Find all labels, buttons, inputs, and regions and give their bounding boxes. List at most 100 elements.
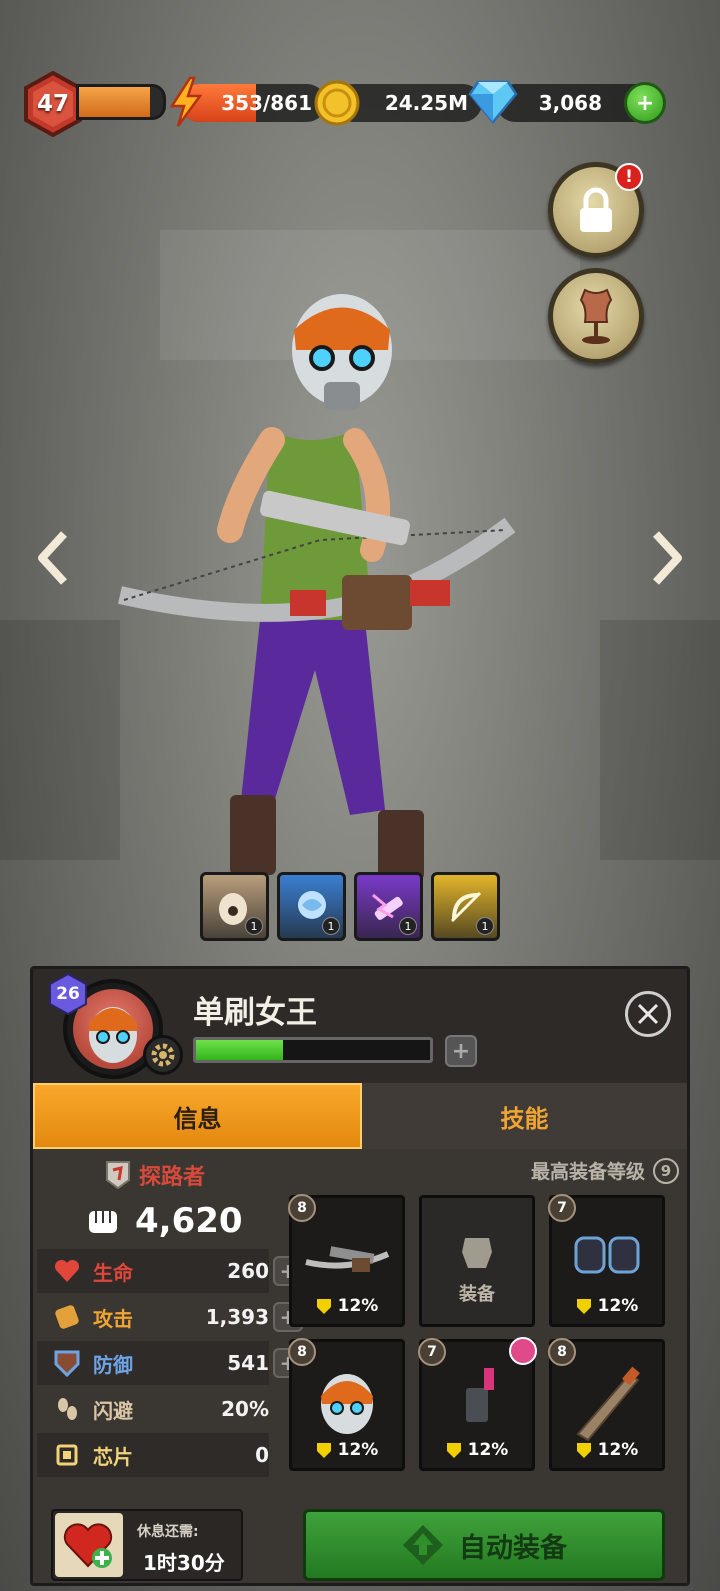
heal-button[interactable] bbox=[55, 1513, 123, 1577]
hero-info-panel: 26 单刷女王 + 信息 技能 探路者 4,620 生命 260 攻击 1,39… bbox=[30, 966, 690, 1586]
equipment-level-badge: 8 bbox=[288, 1194, 316, 1222]
equipment-bonus: 12% bbox=[552, 1440, 662, 1460]
skill-slot-1[interactable]: 1 bbox=[200, 872, 269, 941]
previous-hero-arrow-icon[interactable] bbox=[34, 528, 74, 588]
xp-bar bbox=[76, 84, 166, 120]
fist-icon bbox=[89, 1211, 117, 1233]
hero-class: 探路者 bbox=[105, 1159, 205, 1191]
rest-time: 1时30分 bbox=[143, 1551, 225, 1575]
panel-tabs: 信息 技能 bbox=[33, 1083, 687, 1149]
equipment-slot-gadget[interactable]: 7 12% bbox=[418, 1337, 537, 1471]
equipment-slot-gloves[interactable]: 7 12% bbox=[548, 1194, 665, 1327]
equipment-empty-label: 装备 bbox=[459, 1284, 495, 1305]
xp-bar-fill bbox=[79, 87, 151, 117]
stat-label: 生命 bbox=[93, 1260, 133, 1285]
equipment-bonus: 12% bbox=[552, 1296, 662, 1316]
skill-level-badge: 1 bbox=[322, 917, 340, 935]
skill-slot-4[interactable]: 1 bbox=[431, 872, 500, 941]
hero-upgrade-button[interactable]: + bbox=[445, 1035, 477, 1067]
serrated-blade-icon bbox=[576, 1366, 640, 1442]
equipment-level-badge: 8 bbox=[548, 1338, 576, 1366]
hero-class-name: 探路者 bbox=[139, 1165, 206, 1190]
outfit-button[interactable] bbox=[548, 268, 644, 364]
skill-level-badge: 1 bbox=[245, 917, 263, 935]
coin-icon bbox=[314, 80, 360, 126]
skill-level-badge: 1 bbox=[476, 917, 494, 935]
attack-icon bbox=[55, 1305, 79, 1329]
coin-value: 24.25M bbox=[384, 91, 468, 115]
power-value: 4,620 bbox=[135, 1201, 243, 1241]
auto-equip-button[interactable]: 自动装备 bbox=[303, 1509, 665, 1581]
add-gems-button[interactable]: + bbox=[624, 82, 666, 124]
equipment-bonus: 12% bbox=[292, 1296, 402, 1316]
shield-icon bbox=[54, 1350, 80, 1377]
gear-icon bbox=[151, 1043, 175, 1067]
skill-bar: 1 1 1 1 bbox=[200, 872, 500, 941]
next-hero-arrow-icon[interactable] bbox=[646, 528, 686, 588]
skill-level-badge: 1 bbox=[399, 917, 417, 935]
stat-value: 541 bbox=[227, 1351, 269, 1375]
set-bonus-icon bbox=[509, 1337, 537, 1365]
auto-equip-icon bbox=[403, 1525, 443, 1565]
energy-value: 353/861 bbox=[221, 91, 312, 115]
skill-slot-2[interactable]: 1 bbox=[277, 872, 346, 941]
max-level-label: 最高装备等级 bbox=[530, 1161, 645, 1183]
stat-label: 芯片 bbox=[93, 1444, 133, 1469]
equipment-level-badge: 7 bbox=[418, 1338, 446, 1366]
equipment-slot-blade[interactable]: 8 12% bbox=[548, 1338, 665, 1471]
stat-value: 1,393 bbox=[205, 1305, 269, 1329]
lock-alert-badge: ! bbox=[615, 163, 643, 191]
hero-rank: 26 bbox=[56, 984, 80, 1004]
shield-bonus-icon bbox=[316, 1299, 331, 1314]
equipment-slot-crossbow[interactable]: 8 12% bbox=[288, 1194, 405, 1327]
lightning-icon bbox=[169, 76, 203, 127]
heart-icon bbox=[54, 1259, 80, 1282]
rest-label: 休息还需: bbox=[137, 1524, 199, 1540]
equipment-level-badge: 7 bbox=[548, 1194, 576, 1222]
chip-icon bbox=[56, 1444, 78, 1466]
hero-settings-button[interactable] bbox=[143, 1035, 183, 1075]
stat-row-chip: 芯片 0 bbox=[37, 1433, 269, 1477]
crossbow-icon bbox=[305, 1246, 390, 1272]
hero-progress-bar bbox=[193, 1037, 433, 1063]
diamond-icon bbox=[468, 80, 518, 124]
max-equipment-level: 最高装备等级 9 bbox=[531, 1157, 679, 1184]
mannequin-icon bbox=[579, 288, 613, 344]
stats-section: 探路者 4,620 生命 260 攻击 1,393 防御 541 闪避 20% … bbox=[33, 1149, 303, 1479]
auto-equip-label: 自动装备 bbox=[459, 1532, 567, 1564]
class-emblem-icon bbox=[106, 1161, 130, 1190]
tab-skills[interactable]: 技能 bbox=[362, 1083, 687, 1149]
gloves-icon bbox=[574, 1236, 640, 1274]
heal-heart-icon bbox=[63, 1523, 113, 1568]
hero-name: 单刷女王 bbox=[193, 995, 317, 1031]
stat-row-dodge: 闪避 20% bbox=[37, 1387, 269, 1431]
equipment-level-badge: 8 bbox=[288, 1338, 316, 1366]
helmet-icon bbox=[321, 1374, 373, 1434]
rest-timer: 休息还需: 1时30分 bbox=[51, 1509, 243, 1581]
close-button[interactable] bbox=[625, 991, 671, 1037]
equipment-slot-helmet[interactable]: 8 12% bbox=[288, 1338, 405, 1471]
shield-bonus-icon bbox=[316, 1443, 331, 1458]
stat-row-defense: 防御 541 bbox=[37, 1341, 269, 1385]
shield-bonus-icon bbox=[576, 1443, 591, 1458]
lock-icon bbox=[580, 187, 612, 232]
hero-character bbox=[118, 294, 516, 880]
stat-row-hp: 生命 260 bbox=[37, 1249, 269, 1293]
close-icon bbox=[637, 1003, 659, 1025]
hero-header: 26 单刷女王 + bbox=[33, 969, 687, 1083]
tab-info[interactable]: 信息 bbox=[33, 1083, 362, 1149]
footprints-icon bbox=[58, 1398, 77, 1420]
stat-value: 0 bbox=[255, 1443, 269, 1467]
equipment-bonus: 12% bbox=[292, 1440, 402, 1460]
top-hud: 47 353/861 24.25M 3,068 + bbox=[18, 68, 720, 138]
stat-row-attack: 攻击 1,393 bbox=[37, 1295, 269, 1339]
stat-value: 20% bbox=[221, 1397, 269, 1421]
lock-button[interactable]: ! bbox=[548, 162, 644, 258]
equipment-slot-empty[interactable]: 装备 bbox=[419, 1195, 535, 1327]
gadget-icon bbox=[466, 1368, 494, 1422]
stat-label: 闪避 bbox=[93, 1398, 133, 1423]
skill-slot-3[interactable]: 1 bbox=[354, 872, 423, 941]
shield-bonus-icon bbox=[446, 1443, 461, 1458]
stat-label: 攻击 bbox=[93, 1306, 133, 1331]
shield-bonus-icon bbox=[576, 1299, 591, 1314]
